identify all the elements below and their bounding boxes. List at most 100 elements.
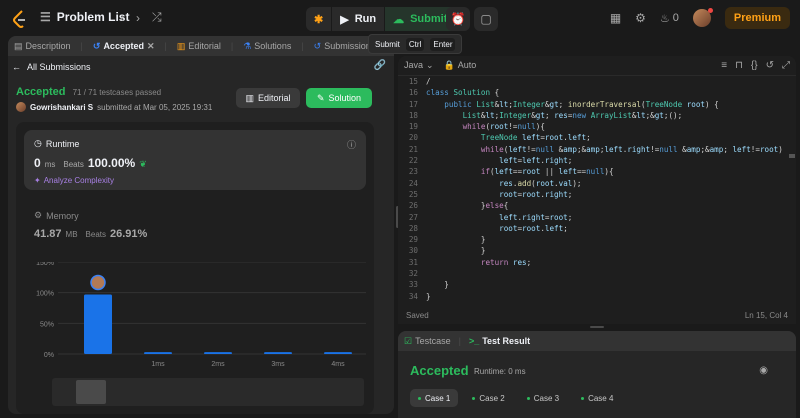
line-code: if(left==root || left==null){ (480, 167, 614, 177)
autocomplete-toggle[interactable]: 🔒 Auto (444, 60, 477, 71)
distribution-bar[interactable] (144, 352, 172, 354)
line-number: 23 (408, 167, 418, 177)
code-line[interactable]: 28 root=root.left; (398, 223, 790, 234)
prev-problem-icon[interactable]: ‹ (120, 10, 124, 25)
code-line[interactable]: 31 return res; (398, 257, 790, 268)
code-line[interactable]: 15 / (398, 76, 790, 87)
expand-icon[interactable]: ⤢ (782, 60, 790, 71)
code-line[interactable]: 20 TreeNode left=root.left; (398, 132, 790, 143)
book-icon: ▥ (176, 40, 186, 51)
author-avatar[interactable] (16, 102, 26, 112)
problem-list-button[interactable]: ☰ Problem List (40, 10, 129, 24)
code-line[interactable]: 30 } (398, 245, 790, 256)
case-tabs: Case 1 Case 2 Case 3 Case 4 (410, 389, 621, 407)
line-number: 34 (408, 291, 418, 301)
runtime-card[interactable]: ◷ Runtime ⓘ 0 ms Beats 100.00% ❦ ✦ Analy… (24, 130, 366, 190)
analyze-label: Analyze Complexity (43, 176, 114, 185)
code-line[interactable]: 24 res.add(root.val); (398, 178, 790, 189)
premium-button[interactable]: Premium (724, 7, 790, 29)
case-tab-3[interactable]: Case 3 (519, 389, 567, 407)
close-tab-icon[interactable]: ✕ (147, 41, 155, 52)
shuffle-icon[interactable]: ⤮ (152, 10, 162, 25)
tab-testcase-label: Testcase (415, 335, 451, 346)
tab-editorial[interactable]: ▥ Editorial (177, 41, 221, 52)
leetcode-logo-icon[interactable] (12, 10, 28, 28)
range-selector-handle[interactable] (76, 380, 106, 404)
bookmark-icon[interactable]: ⊓ (735, 60, 743, 71)
post-solution-button[interactable]: ✎ Solution (306, 88, 372, 108)
code-line[interactable]: 19 while(root!=null){ (398, 121, 790, 132)
eye-icon[interactable]: ◉ (759, 365, 768, 376)
panel-tabs: ▤ Description | ↺ Accepted ✕ | ▥ Editori… (8, 36, 394, 56)
next-problem-icon[interactable]: › (136, 10, 140, 25)
streak-counter[interactable]: ♨ 0 (660, 12, 679, 25)
distribution-bar[interactable] (324, 352, 352, 354)
language-select[interactable]: Java ⌄ (404, 60, 434, 71)
kbd-enter: Enter (430, 37, 456, 51)
timer-icon[interactable]: ⏰ (446, 7, 470, 31)
code-line[interactable]: 33 } (398, 279, 790, 290)
runtime-beats: 100.00% (87, 156, 136, 170)
code-line[interactable]: 16 class Solution { (398, 87, 790, 98)
tab-accepted-label: Accepted (103, 41, 144, 51)
analyze-complexity-link[interactable]: ✦ Analyze Complexity (34, 176, 114, 185)
chevron-down-icon: ⌄ (426, 60, 434, 70)
my-submission-marker-avatar[interactable] (90, 274, 106, 291)
tab-submissions[interactable]: ↺ Submissions (314, 41, 376, 52)
info-icon[interactable]: ⓘ (347, 138, 356, 151)
debug-button[interactable]: ✱ (306, 7, 333, 31)
tab-solutions[interactable]: ⚗ Solutions (243, 41, 291, 52)
editor-scrollbar[interactable] (788, 76, 796, 324)
fire-icon: ♨ (659, 12, 670, 25)
code-line[interactable]: 21 while(left!=null &amp;&amp;left.right… (398, 144, 790, 155)
code-lines[interactable]: 15/16 class Solution {17 public List&lt;I… (398, 76, 790, 302)
runtime-value: 0 (34, 156, 41, 170)
cursor-position: Ln 15, Col 4 (744, 310, 788, 320)
editorial-button[interactable]: ▥ Editorial (236, 88, 300, 108)
author-name[interactable]: Gowrishankari S (30, 103, 93, 112)
settings-gear-icon[interactable]: ⚙ (635, 11, 646, 25)
line-number: 26 (408, 201, 418, 211)
tooltip-label: Submit (375, 39, 400, 49)
distribution-bar[interactable] (264, 352, 292, 354)
tab-accepted[interactable]: ↺ Accepted ✕ (93, 41, 155, 52)
code-line[interactable]: 25 root=root.right; (398, 189, 790, 200)
format-icon[interactable]: ≡ (721, 60, 727, 71)
case-tab-2[interactable]: Case 2 (464, 389, 512, 407)
distribution-bar[interactable] (204, 352, 232, 354)
distribution-bar[interactable] (84, 294, 112, 354)
code-line[interactable]: 17 public List&lt;Integer&gt; inorderTra… (398, 99, 790, 110)
code-line[interactable]: 26 }else{ (398, 200, 790, 211)
memory-title[interactable]: ⚙ Memory (34, 210, 79, 221)
tab-description[interactable]: ▤ Description (14, 41, 71, 52)
tab-test-result[interactable]: >_ Test Result (469, 336, 530, 346)
code-line[interactable]: 29 } (398, 234, 790, 245)
runtime-title: ◷ Runtime (34, 138, 79, 149)
grid-layout-icon[interactable]: ▦ (610, 11, 621, 25)
user-avatar[interactable] (692, 8, 713, 27)
tab-testcase[interactable]: ☑ Testcase (404, 336, 451, 347)
editor-status-bar: Saved Ln 15, Col 4 (398, 306, 796, 324)
case-tab-4[interactable]: Case 4 (573, 389, 621, 407)
code-editor[interactable]: Java ⌄ 🔒 Auto ≡ ⊓ {} ↺ ⤢ 15 / 16 class Solu… (398, 56, 796, 324)
code-line[interactable]: 23 if(left==root || left==null){ (398, 166, 790, 177)
code-line[interactable]: 27 left.right=root; (398, 212, 790, 223)
line-number: 16 (408, 88, 418, 98)
x-tick-label: 3ms (271, 361, 285, 368)
code-line[interactable]: 32 (398, 268, 790, 279)
runtime-values: 0 ms Beats 100.00% ❦ (34, 156, 147, 170)
result-runtime: Runtime: 0 ms (474, 367, 526, 376)
all-submissions-link[interactable]: ← All Submissions (12, 62, 91, 72)
reset-icon[interactable]: ↺ (766, 60, 774, 71)
horizontal-splitter-handle[interactable] (590, 326, 604, 328)
code-line[interactable]: 18 List&lt;Integer&gt; res=new ArrayList… (398, 110, 790, 121)
run-button[interactable]: ▶ Run (332, 7, 386, 31)
case-tab-1[interactable]: Case 1 (410, 389, 459, 407)
code-line[interactable]: 34} (398, 291, 790, 302)
braces-icon[interactable]: {} (751, 60, 758, 71)
notes-icon[interactable]: ▢ (474, 7, 498, 31)
submitted-time: submitted at Mar 05, 2025 19:31 (97, 102, 213, 112)
code-line[interactable]: 22 left=left.right; (398, 155, 790, 166)
share-link-icon[interactable]: 🔗 (374, 60, 386, 71)
streak-count: 0 (672, 12, 679, 24)
